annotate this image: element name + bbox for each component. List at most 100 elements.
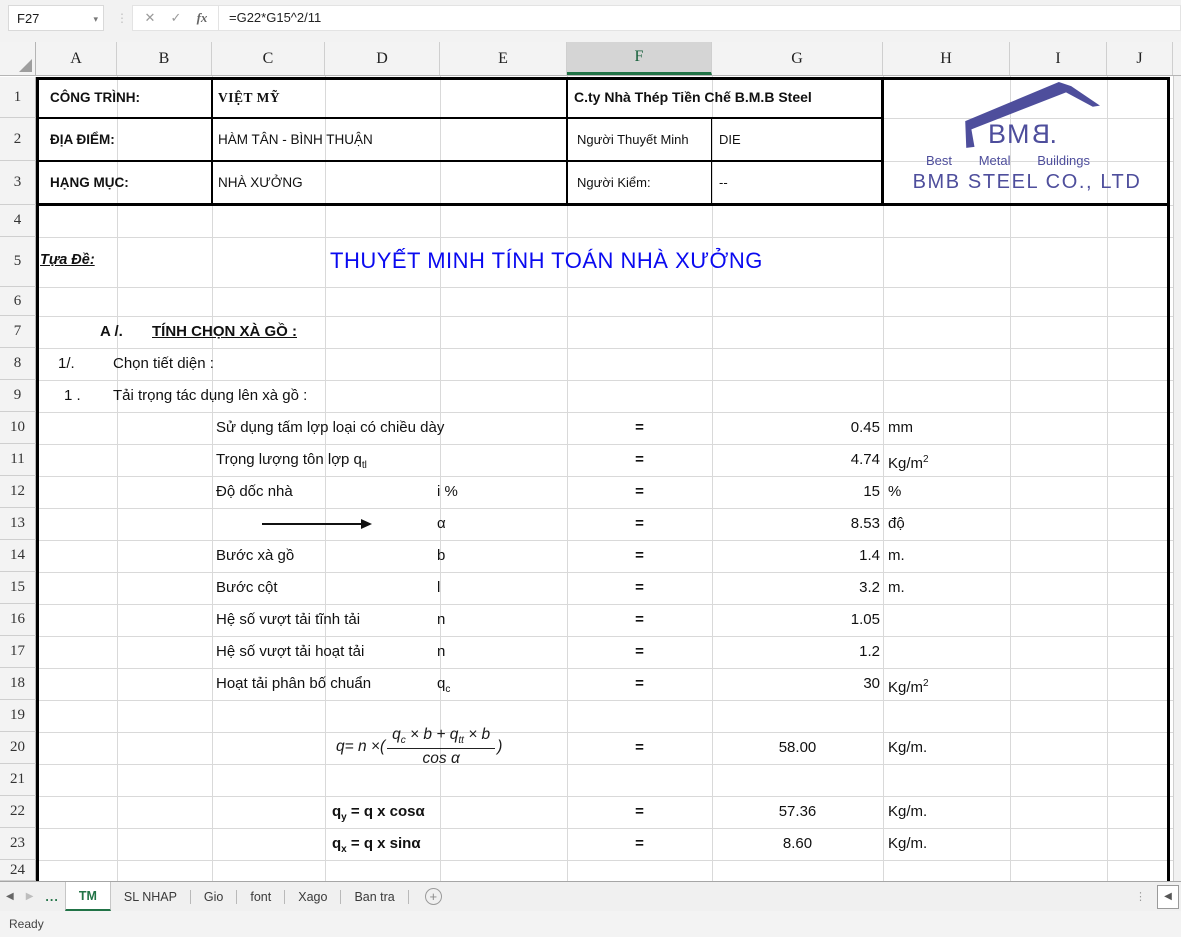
cell-unit[interactable]: mm bbox=[888, 412, 913, 444]
cell-hang-muc-value[interactable]: NHÀ XƯỞNG bbox=[218, 161, 303, 205]
cell-unit[interactable]: Kg/m. bbox=[888, 732, 927, 764]
cell-unit[interactable]: m. bbox=[888, 572, 905, 604]
cell-dia-diem-value[interactable]: HÀM TÂN - BÌNH THUẬN bbox=[218, 118, 373, 161]
column-header-A[interactable]: A bbox=[36, 42, 117, 75]
cell-equals[interactable]: = bbox=[567, 412, 712, 444]
sheet-tab-tm[interactable]: TM bbox=[65, 882, 111, 911]
cell-symbol[interactable]: n bbox=[437, 604, 445, 636]
cell-nguoi-thuyet-minh-value[interactable]: DIE bbox=[719, 118, 741, 161]
row-header-4[interactable]: 4 bbox=[0, 205, 36, 237]
column-header-E[interactable]: E bbox=[440, 42, 567, 75]
row-header-14[interactable]: 14 bbox=[0, 540, 36, 572]
cell-symbol[interactable]: n bbox=[437, 636, 445, 668]
row-header-8[interactable]: 8 bbox=[0, 348, 36, 380]
cell-value[interactable]: 1.05 bbox=[712, 604, 880, 636]
cell-equals[interactable]: = bbox=[567, 444, 712, 476]
cell-unit[interactable]: m. bbox=[888, 540, 905, 572]
row-header-7[interactable]: 7 bbox=[0, 316, 36, 348]
cell-value[interactable]: 1.2 bbox=[712, 636, 880, 668]
name-box[interactable]: F27 ▾ bbox=[8, 5, 104, 31]
cell-value[interactable]: 4.74 bbox=[712, 444, 880, 476]
row-header-20[interactable]: 20 bbox=[0, 732, 36, 764]
cell-cong-trinh-value[interactable]: VIỆT MỸ bbox=[218, 77, 280, 118]
cell-symbol[interactable]: qc bbox=[437, 668, 450, 700]
row-header-12[interactable]: 12 bbox=[0, 476, 36, 508]
cell-value[interactable]: 8.60 bbox=[712, 828, 883, 860]
cell-hang-muc-label[interactable]: HẠNG MỤC: bbox=[50, 161, 129, 205]
row-header-6[interactable]: 6 bbox=[0, 287, 36, 316]
tab-scroll-right-icon[interactable]: ▶ bbox=[20, 882, 40, 911]
row-header-9[interactable]: 9 bbox=[0, 380, 36, 412]
cell-equals[interactable]: = bbox=[567, 604, 712, 636]
cell-label[interactable]: Hệ số vượt tải hoạt tải bbox=[216, 636, 364, 668]
cell-q-expression[interactable]: qx = q x sinα bbox=[332, 828, 421, 860]
sheet-tab-font[interactable]: font bbox=[237, 882, 284, 911]
cell-value[interactable]: 0.45 bbox=[712, 412, 880, 444]
cell-sub2-num[interactable]: 1 . bbox=[64, 380, 81, 412]
cell-equals[interactable]: = bbox=[567, 668, 712, 700]
row-header-17[interactable]: 17 bbox=[0, 636, 36, 668]
sheet-tab-ban-tra[interactable]: Ban tra bbox=[341, 882, 407, 911]
cell-equals[interactable]: = bbox=[567, 796, 712, 828]
cell-equals[interactable]: = bbox=[567, 828, 712, 860]
cell-label[interactable]: Độ dốc nhà bbox=[216, 476, 293, 508]
cell-q-equation[interactable]: q = n ×(qc × b + qtt × bcos α) bbox=[336, 716, 502, 778]
hscroll-left-icon[interactable]: ◀ bbox=[1157, 885, 1179, 909]
cell-equals[interactable]: = bbox=[567, 540, 712, 572]
row-header-5[interactable]: 5 bbox=[0, 237, 36, 287]
column-header-B[interactable]: B bbox=[117, 42, 212, 75]
column-header-G[interactable]: G bbox=[712, 42, 883, 75]
cell-equals[interactable]: = bbox=[567, 732, 712, 764]
tab-more-sheets[interactable]: ... bbox=[39, 882, 64, 911]
row-header-16[interactable]: 16 bbox=[0, 604, 36, 636]
cell-cong-trinh-label[interactable]: CÔNG TRÌNH: bbox=[50, 77, 140, 118]
row-header-24[interactable]: 24 bbox=[0, 860, 36, 881]
enter-icon[interactable]: ✓ bbox=[163, 10, 189, 26]
row-header-3[interactable]: 3 bbox=[0, 161, 36, 205]
cell-symbol[interactable]: l bbox=[437, 572, 440, 604]
cell-symbol[interactable]: b bbox=[437, 540, 445, 572]
cell-value[interactable]: 3.2 bbox=[712, 572, 880, 604]
cell-section-a-num[interactable]: A /. bbox=[100, 316, 123, 348]
cell-tua-de[interactable]: Tựa Đề: bbox=[40, 237, 95, 283]
cell-label[interactable]: Bước cột bbox=[216, 572, 278, 604]
cell-equals[interactable]: = bbox=[567, 476, 712, 508]
row-header-13[interactable]: 13 bbox=[0, 508, 36, 540]
tabbar-splitter-icon[interactable]: ⋮ bbox=[1135, 890, 1147, 903]
cell-equals[interactable]: = bbox=[567, 636, 712, 668]
cell-label[interactable]: Sử dụng tấm lợp loại có chiều dày bbox=[216, 412, 444, 444]
row-header-15[interactable]: 15 bbox=[0, 572, 36, 604]
cell-unit[interactable]: % bbox=[888, 476, 901, 508]
cell-unit[interactable]: Kg/m. bbox=[888, 796, 927, 828]
cell-nguoi-thuyet-minh-label[interactable]: Người Thuyết Minh bbox=[577, 118, 689, 161]
cell-document-title[interactable]: THUYẾT MINH TÍNH TOÁN NHÀ XƯỞNG bbox=[330, 237, 763, 285]
cell-unit[interactable]: Kg/m. bbox=[888, 828, 927, 860]
column-header-J[interactable]: J bbox=[1107, 42, 1173, 75]
cell-label[interactable]: Hệ số vượt tải tĩnh tải bbox=[216, 604, 360, 636]
cell-unit[interactable]: Kg/m2 bbox=[888, 668, 929, 700]
cell-q-expression[interactable]: qy = q x cosα bbox=[332, 796, 425, 828]
tab-scroll-left-icon[interactable]: ◀ bbox=[0, 882, 20, 911]
row-header-23[interactable]: 23 bbox=[0, 828, 36, 860]
cell-nguoi-kiem-label[interactable]: Người Kiểm: bbox=[577, 161, 651, 205]
cell-value[interactable]: 57.36 bbox=[712, 796, 883, 828]
cell-label[interactable]: Bước xà gồ bbox=[216, 540, 294, 572]
row-header-10[interactable]: 10 bbox=[0, 412, 36, 444]
formula-input[interactable]: =G22*G15^2/11 bbox=[218, 5, 1181, 31]
cell-sub1-title[interactable]: Chọn tiết diện : bbox=[113, 348, 214, 380]
row-header-19[interactable]: 19 bbox=[0, 700, 36, 732]
cell-company-name[interactable]: C.ty Nhà Thép Tiền Chế B.M.B Steel bbox=[574, 77, 812, 118]
cell-unit[interactable]: Kg/m2 bbox=[888, 444, 929, 476]
cell-sub2-title[interactable]: Tải trọng tác dụng lên xà gồ : bbox=[113, 380, 307, 412]
insert-function-icon[interactable]: fx bbox=[189, 10, 215, 26]
cell-value[interactable]: 1.4 bbox=[712, 540, 880, 572]
sheet-tab-gio[interactable]: Gio bbox=[191, 882, 236, 911]
cell-value[interactable]: 15 bbox=[712, 476, 880, 508]
column-header-H[interactable]: H bbox=[883, 42, 1010, 75]
column-header-I[interactable]: I bbox=[1010, 42, 1107, 75]
cell-value[interactable]: 30 bbox=[712, 668, 880, 700]
column-header-C[interactable]: C bbox=[212, 42, 325, 75]
cell-dia-diem-label[interactable]: ĐỊA ĐIỂM: bbox=[50, 118, 115, 161]
sheet-tab-xago[interactable]: Xago bbox=[285, 882, 340, 911]
row-header-11[interactable]: 11 bbox=[0, 444, 36, 476]
